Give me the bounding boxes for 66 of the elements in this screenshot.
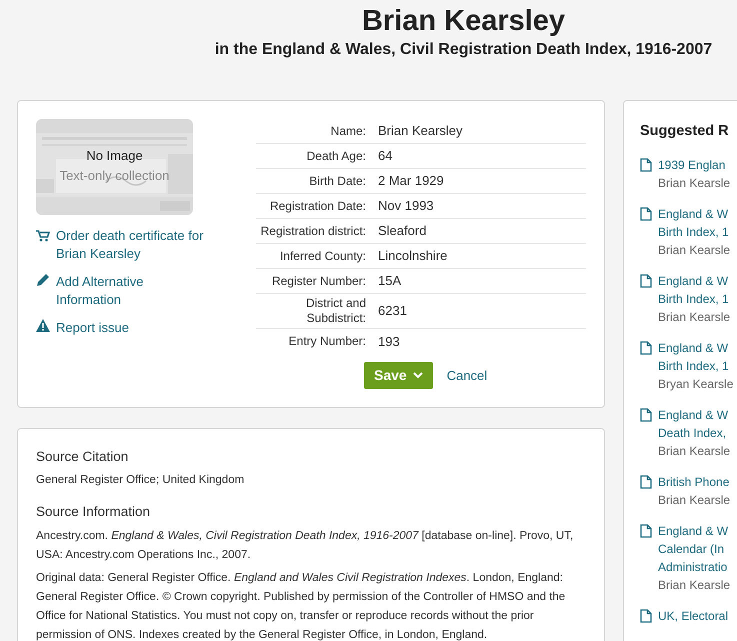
field-value: 2 Mar 1929 bbox=[378, 172, 444, 190]
record-title: Brian Kearsley bbox=[362, 4, 566, 38]
record-person: Brian Kearsle bbox=[658, 174, 730, 192]
record-link[interactable]: Administratio bbox=[658, 558, 730, 576]
warning-icon bbox=[36, 319, 50, 332]
record-subtitle: in the England & Wales, Civil Registration Death Index, 1916-2007 bbox=[214, 40, 712, 60]
record-person: Brian Kearsle bbox=[658, 442, 730, 460]
action-link[interactable]: Report issue bbox=[56, 319, 129, 337]
record-link[interactable]: Death Index, bbox=[658, 424, 730, 442]
record-person: Brian Kearsle bbox=[658, 242, 730, 259]
record-link[interactable]: Birth Index, 1 bbox=[658, 290, 730, 308]
chevron-down-icon bbox=[412, 372, 423, 379]
document-icon bbox=[640, 206, 652, 221]
cancel-link[interactable]: Cancel bbox=[446, 366, 488, 386]
source-paragraph: Original data: General Register Office. England and Wales Civil Registration Indexes. London, England: General Register Office. © Crown copyright. Published by permission of the Controller of HMSO and the Office for National Statistics. You must not copy on, transfer or reproduce records without the prior permission of ONS. Indexes created by the General Register Office, in London, England. bbox=[36, 570, 566, 641]
source-paragraph: Ancestry.com. England & Wales, Civil Registration Death Index, 1916-2007 [database on-line]. Provo, UT, USA: Ancestry.com Operations Inc., 2007. bbox=[36, 528, 574, 562]
field-value: 15A bbox=[378, 272, 402, 290]
record-link[interactable]: England & W bbox=[658, 204, 730, 223]
field-value: Nov 1993 bbox=[378, 197, 434, 216]
document-icon bbox=[640, 158, 652, 172]
field-label: Registration district: bbox=[260, 224, 366, 238]
no-image-label: No Image bbox=[86, 147, 143, 165]
document-icon bbox=[640, 474, 652, 489]
record-link[interactable]: UK, Electoral bbox=[658, 606, 728, 625]
field-label: Entry Number: bbox=[288, 334, 366, 349]
record-link[interactable]: Birth Index, 1 bbox=[658, 356, 734, 375]
record-person: Brian Kearsle bbox=[658, 492, 730, 509]
no-image-caption: Text-only collection bbox=[60, 166, 170, 185]
cart-icon bbox=[36, 230, 50, 242]
action-link[interactable]: Order death certificate for Brian Kearsley bbox=[56, 227, 212, 263]
field-value: 64 bbox=[378, 147, 392, 166]
record-link[interactable]: British Phone bbox=[658, 472, 730, 491]
record-link[interactable]: England & W bbox=[658, 406, 730, 424]
field-label: Death Age: bbox=[306, 148, 366, 164]
source-paragraph: General Register Office; United Kingdom bbox=[36, 473, 246, 488]
section-heading: Source Citation bbox=[36, 448, 130, 466]
field-value: 6231 bbox=[378, 302, 407, 320]
record-person: Bryan Kearsle bbox=[658, 376, 734, 393]
pencil-icon bbox=[36, 273, 50, 287]
record-person: Brian Kearsle bbox=[658, 576, 730, 594]
save-button[interactable]: Save bbox=[364, 362, 433, 389]
document-icon bbox=[640, 274, 652, 288]
record-link[interactable]: England & W bbox=[658, 522, 730, 540]
panel-title: Suggested R bbox=[640, 122, 730, 141]
field-label: Birth Date: bbox=[308, 174, 366, 188]
section-heading: Source Information bbox=[36, 503, 152, 522]
document-icon bbox=[640, 408, 652, 422]
record-link[interactable]: Birth Index, 1 bbox=[658, 222, 730, 241]
field-value: 193 bbox=[378, 332, 400, 351]
record-link[interactable]: England & W bbox=[658, 272, 730, 290]
record-link[interactable]: 1939 Englan bbox=[658, 156, 730, 174]
document-icon bbox=[640, 608, 652, 623]
field-label: Registration Date: bbox=[268, 198, 366, 214]
record-person: Brian Kearsle bbox=[658, 308, 730, 326]
field-value: Lincolnshire bbox=[378, 247, 448, 266]
field-label: Inferred County: bbox=[278, 248, 366, 264]
field-label: District and Subdistrict: bbox=[304, 296, 366, 326]
record-link[interactable]: Calendar (In bbox=[658, 540, 730, 558]
field-label: Register Number: bbox=[270, 274, 366, 288]
field-value: Sleaford bbox=[378, 222, 426, 240]
document-icon bbox=[640, 524, 652, 538]
field-label: Name: bbox=[330, 124, 366, 138]
action-link[interactable]: Add Alternative Information bbox=[56, 273, 212, 309]
document-icon bbox=[640, 340, 652, 355]
field-value: Brian Kearsley bbox=[378, 122, 463, 140]
record-link[interactable]: England & W bbox=[658, 338, 734, 357]
